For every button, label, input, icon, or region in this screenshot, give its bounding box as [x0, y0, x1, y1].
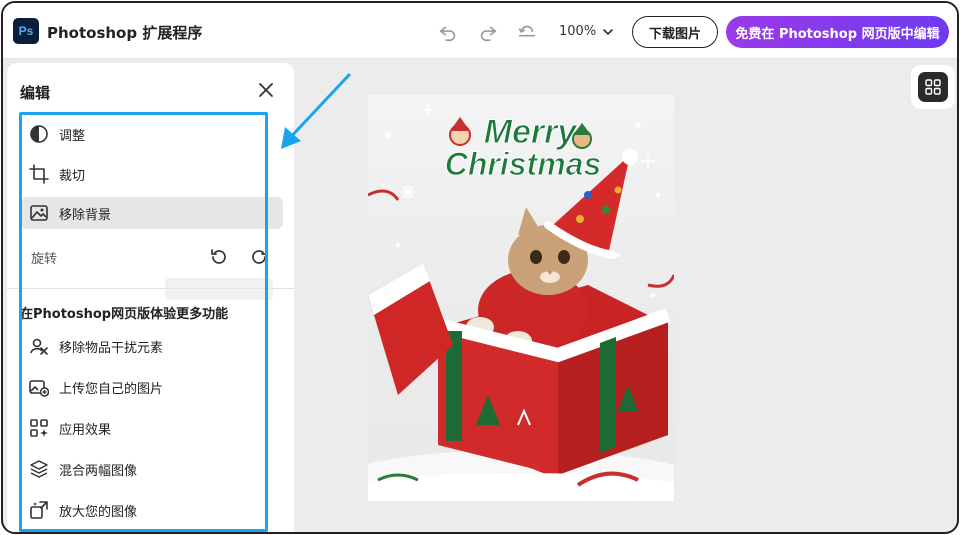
redo-icon[interactable] [477, 21, 499, 43]
rotate-right-icon[interactable] [249, 247, 269, 267]
menu-item-label: 调整 [59, 128, 86, 144]
top-bar: Ps Photoshop 扩展程序 100% 下载图片 免费在 Photosho… [3, 3, 957, 59]
edit-panel: 编辑 调整 裁切 移除背景 旋转 在Photoshop网页版体验更多功能 移除物… [7, 63, 294, 532]
undo-icon[interactable] [437, 21, 459, 43]
edit-in-photoshop-button[interactable]: 免费在 Photoshop 网页版中编辑 [726, 16, 949, 48]
remove-object-icon [30, 338, 48, 355]
chevron-down-icon [603, 28, 613, 35]
blend-images-icon [30, 460, 48, 478]
rotate-row: 旋转 [21, 239, 283, 275]
title-line-christmas: Christmas [445, 146, 602, 182]
zoom-select[interactable]: 100% [559, 24, 614, 39]
menu-item-label: 移除物品干扰元素 [59, 340, 164, 356]
view-toggle-button[interactable] [911, 65, 955, 109]
menu-item-label: 裁切 [59, 168, 86, 184]
download-button[interactable]: 下载图片 [632, 16, 718, 48]
grid-icon [925, 79, 941, 95]
panel-divider [7, 288, 294, 289]
menu-item-label: 移除背景 [59, 207, 112, 223]
christmas-image: Merry Christmas [368, 95, 674, 501]
reset-icon[interactable] [516, 21, 538, 43]
adjust-icon [30, 125, 48, 143]
menu-item-label: 混合两幅图像 [59, 463, 138, 479]
menu-item-label: 应用效果 [59, 422, 112, 438]
menu-item-crop[interactable]: 裁切 [21, 158, 283, 190]
rotate-left-icon[interactable] [209, 247, 229, 267]
menu-item-label: 放大您的图像 [59, 504, 138, 520]
christmas-cat-illustration: Merry Christmas [368, 104, 674, 501]
zoom-value: 100% [559, 24, 597, 39]
menu-item-upscale-image[interactable]: 放大您的图像 [21, 494, 283, 526]
menu-item-upload-image[interactable]: 上传您自己的图片 [21, 371, 283, 403]
upload-image-icon [29, 380, 49, 397]
crop-icon [29, 164, 49, 184]
pointer-arrow-icon [281, 73, 351, 149]
tooltip-placeholder [165, 278, 273, 300]
panel-title: 编辑 [20, 84, 51, 102]
menu-item-blend-images[interactable]: 混合两幅图像 [21, 453, 283, 485]
photoshop-logo: Ps [13, 18, 39, 44]
remove-background-icon [30, 205, 48, 221]
menu-item-remove-object[interactable]: 移除物品干扰元素 [21, 330, 283, 362]
rotate-label: 旋转 [31, 251, 58, 267]
menu-item-remove-background[interactable]: 移除背景 [21, 197, 283, 229]
app-window: Ps Photoshop 扩展程序 100% 下载图片 免费在 Photosho… [1, 1, 959, 534]
upscale-image-icon [30, 501, 48, 519]
menu-item-adjust[interactable]: 调整 [21, 118, 283, 150]
menu-item-apply-effects[interactable]: 应用效果 [21, 412, 283, 444]
section-title: 在Photoshop网页版体验更多功能 [20, 307, 229, 322]
effects-icon [30, 419, 48, 437]
app-title: Photoshop 扩展程序 [47, 24, 203, 42]
menu-item-label: 上传您自己的图片 [59, 381, 164, 397]
